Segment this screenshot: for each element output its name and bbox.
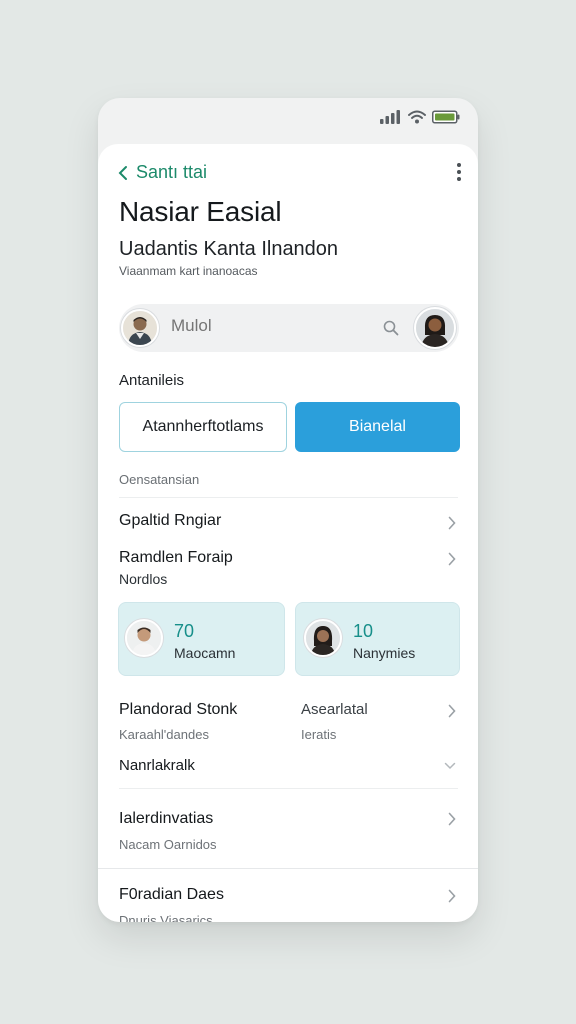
signal-icon: [380, 110, 400, 124]
detail-row[interactable]: Ialerdinvatias Nacam Oarnidos: [98, 800, 478, 860]
list-item-title: Ramdlen Foraip: [119, 549, 233, 566]
detail-row[interactable]: Nanrlakralk: [98, 748, 478, 784]
chevron-down-icon: [444, 762, 456, 770]
detail-title: Nanrlakralk: [119, 757, 195, 774]
chevron-left-icon: [118, 165, 127, 180]
stat-card[interactable]: 10 Nanymies: [295, 602, 460, 676]
detail-left-subtitle: Karaahl'dandes: [119, 727, 209, 742]
profile-avatar[interactable]: [414, 307, 456, 349]
divider: [119, 497, 458, 498]
card-value: 70: [174, 621, 195, 641]
search-icon[interactable]: [383, 320, 399, 336]
list-item[interactable]: Gpaltid Rngiar: [98, 506, 478, 542]
card-avatar: [304, 619, 342, 657]
search-avatar: [121, 309, 159, 347]
detail-right-subtitle: Ieratis: [301, 727, 337, 742]
detail-row[interactable]: Plandorad Stonk Karaahl'dandes Asearlata…: [98, 696, 478, 746]
chevron-right-icon: [448, 516, 456, 530]
actions-label: Antanileis: [119, 372, 185, 389]
detail-subtitle: Nacam Oarnidos: [119, 837, 217, 852]
person-avatar-icon: [306, 621, 340, 655]
person-avatar-icon: [416, 309, 454, 347]
card-value: 10: [353, 621, 374, 641]
card-avatar: [125, 619, 163, 657]
page-subtitle: Uadantis Kanta Ilnandon: [119, 238, 339, 260]
primary-action-button[interactable]: Bianelal: [295, 402, 460, 452]
wifi-icon: [408, 110, 426, 124]
battery-icon: [432, 110, 460, 124]
divider: [119, 788, 458, 789]
page-title: Nasiar Easial: [119, 196, 282, 227]
chevron-right-icon: [448, 812, 456, 826]
status-bar: [98, 98, 478, 144]
detail-right-title: Asearlatal: [301, 701, 368, 718]
detail-title: F0radian Daes: [119, 886, 224, 903]
card-label: Nanymies: [353, 645, 416, 661]
phone-frame: Santı ttai Nasiar Easial Uadantis Kanta …: [98, 98, 478, 922]
more-vertical-icon: [457, 163, 461, 181]
secondary-action-button[interactable]: Atannherftotlams: [119, 402, 287, 452]
back-button[interactable]: Santı ttai: [118, 162, 207, 183]
stat-card[interactable]: 70 Maocamn: [118, 602, 285, 676]
detail-subtitle: Dnuris Viasarics: [119, 913, 213, 922]
list-item[interactable]: Ramdlen Foraip Nordlos: [98, 542, 478, 590]
list-item-title: Gpaltid Rngiar: [119, 512, 222, 529]
search-input[interactable]: [171, 316, 371, 336]
card-label: Maocamn: [174, 645, 236, 661]
chevron-right-icon: [448, 889, 456, 903]
search-bar[interactable]: [119, 304, 459, 352]
detail-left-title: Plandorad Stonk: [119, 701, 238, 718]
list-group-label: Oensatansian: [119, 472, 200, 487]
list-item-subtitle: Nordlos: [119, 571, 168, 587]
back-label: Santı ttai: [136, 162, 208, 182]
person-avatar-icon: [123, 311, 157, 345]
divider: [98, 868, 478, 869]
chevron-right-icon: [448, 704, 456, 718]
chevron-right-icon: [448, 552, 456, 566]
main-sheet: Santı ttai Nasiar Easial Uadantis Kanta …: [98, 144, 478, 922]
status-icons: [380, 110, 460, 124]
more-button[interactable]: [456, 162, 462, 187]
person-avatar-icon: [127, 621, 161, 655]
page-caption: Viaanmam kart inanoacas: [119, 264, 258, 278]
detail-title: Ialerdinvatias: [119, 810, 214, 827]
detail-row[interactable]: F0radian Daes Dnuris Viasarics: [98, 878, 478, 922]
